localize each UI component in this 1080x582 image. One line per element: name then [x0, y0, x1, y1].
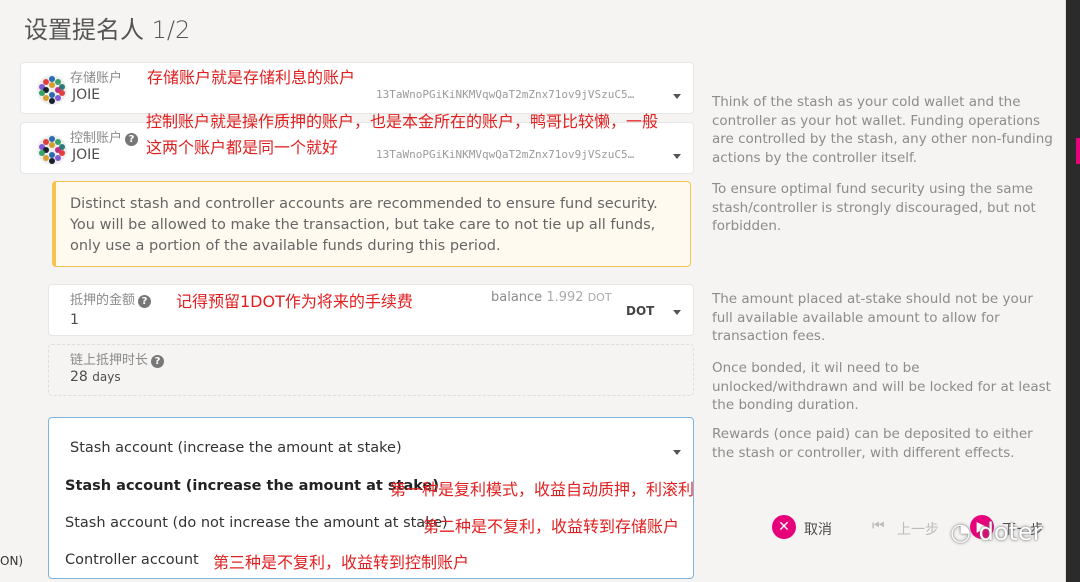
- help-security: To ensure optimal fund security using th…: [712, 181, 1036, 234]
- controller-label-text: 控制账户: [70, 131, 123, 146]
- nominator-setup-modal: 设置提名人 1/2 存储账户 JOIE 13TaWnoPGiKiNKMVqwQa…: [0, 0, 1066, 582]
- background-edge: [1066, 0, 1080, 582]
- modal-title: 设置提名人 1/2: [24, 16, 191, 44]
- duration-label-text: 链上抵押时长: [70, 353, 149, 368]
- balance-value: 1.992: [546, 290, 584, 305]
- controller-account-name: JOIE: [72, 147, 101, 163]
- balance-label: balance: [491, 290, 543, 305]
- warning-box: Distinct stash and controller accounts a…: [52, 181, 691, 267]
- controller-identicon: [37, 135, 67, 165]
- chevron-down-icon: [673, 310, 681, 315]
- chevron-down-icon: [673, 450, 681, 455]
- chevron-down-icon: [673, 94, 681, 99]
- watermark-text: doter: [978, 518, 1043, 546]
- stash-account-name: JOIE: [72, 87, 101, 103]
- prev-button[interactable]: 上一步: [897, 519, 939, 539]
- controller-label: 控制账户?: [70, 127, 139, 146]
- help-rewards: Rewards (once paid) can be deposited to …: [712, 426, 1033, 461]
- stash-identicon: [37, 75, 67, 105]
- stash-account-select[interactable]: 存储账户 JOIE 13TaWnoPGiKiNKMVqwQaT2mZnx71ov…: [20, 62, 694, 114]
- amount-input[interactable]: 1: [70, 312, 79, 328]
- reward-selected-value[interactable]: Stash account (increase the amount at st…: [70, 440, 402, 456]
- cancel-icon[interactable]: ✕: [772, 515, 796, 539]
- help-icon[interactable]: ?: [151, 355, 165, 368]
- help-bonded: Once bonded, it wil need to be unlocked/…: [712, 360, 1051, 413]
- reward-option-1-annotation: 第一种是复利模式，收益自动质押，利滚利: [390, 480, 695, 499]
- duration-number: 28: [70, 369, 88, 385]
- reward-option-2-annotation: 第二种是不复利，收益转到存储账户: [423, 517, 680, 536]
- stash-address: 13TaWnoPGiKiNKMVqwQaT2mZnx71ov9jVSzuC5…: [376, 88, 635, 101]
- duration-unit: days: [92, 370, 121, 384]
- help-icon[interactable]: ?: [125, 133, 139, 146]
- amount-label-text: 抵押的金额: [70, 293, 136, 308]
- amount-label: 抵押的金额?: [70, 289, 152, 308]
- reward-option-3[interactable]: Controller account: [65, 552, 199, 568]
- watermark: ◔ doter: [950, 518, 1043, 546]
- bonding-duration-field: 链上抵押时长? 28 days: [48, 344, 694, 396]
- prev-icon[interactable]: ⏮: [872, 518, 885, 534]
- stash-annotation: 存储账户就是存储利息的账户: [147, 68, 356, 87]
- controller-annotation-2: 这两个账户都是同一个就好: [146, 138, 339, 157]
- reward-option-2[interactable]: Stash account (do not increase the amoun…: [65, 515, 448, 531]
- chevron-down-icon: [673, 154, 681, 159]
- controller-address: 13TaWnoPGiKiNKMVqwQaT2mZnx71ov9jVSzuC5…: [376, 148, 635, 161]
- controller-annotation-1: 控制账户就是操作质押的账户，也是本金所在的账户，鸭哥比较懒，一般: [146, 112, 659, 131]
- help-stash-controller: Think of the stash as your cold wallet a…: [712, 94, 1053, 166]
- help-amount: The amount placed at-stake should not be…: [712, 291, 1033, 344]
- reward-option-3-annotation: 第三种是不复利，收益转到控制账户: [213, 553, 470, 572]
- accent-bar: [1076, 138, 1080, 164]
- background-edge-text: ON): [0, 554, 24, 568]
- cancel-button[interactable]: 取消: [804, 519, 832, 539]
- reward-option-1[interactable]: Stash account (increase the amount at st…: [65, 478, 439, 494]
- duration-label: 链上抵押时长?: [70, 349, 165, 368]
- amount-annotation: 记得预留1DOT作为将来的手续费: [176, 292, 413, 311]
- stash-label: 存储账户: [70, 71, 123, 86]
- duration-value: 28 days: [70, 369, 121, 385]
- amount-unit-select[interactable]: DOT: [626, 304, 654, 318]
- balance-info: balance 1.992 DOT: [491, 290, 612, 305]
- balance-unit: DOT: [587, 291, 612, 304]
- help-icon[interactable]: ?: [138, 295, 152, 308]
